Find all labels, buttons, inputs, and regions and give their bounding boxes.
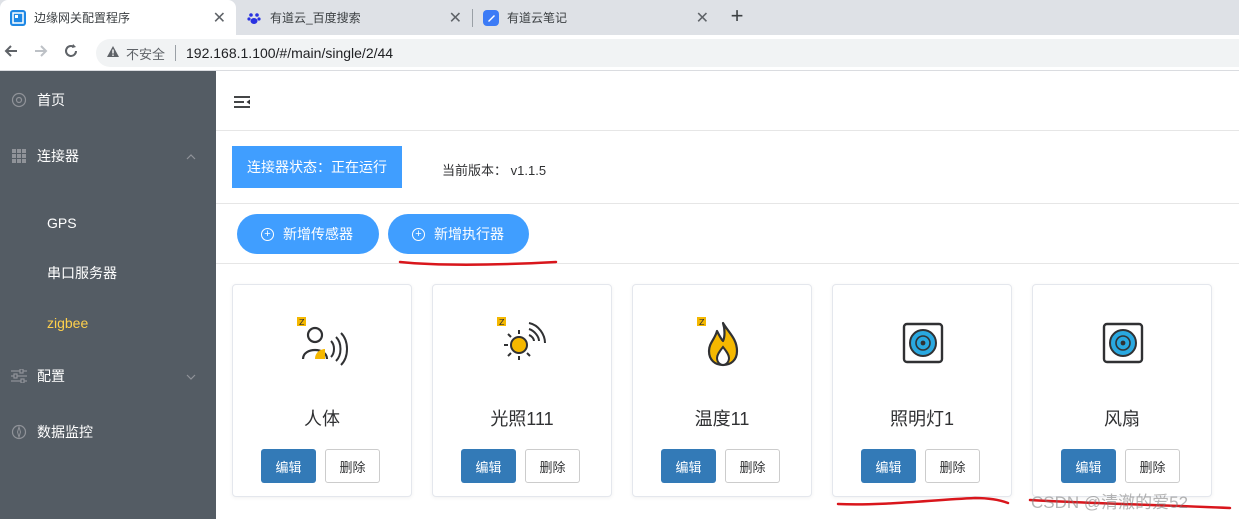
watermark: CSDN @清澈的爱52 bbox=[1031, 493, 1189, 512]
red-annotation-underlines bbox=[398, 260, 1232, 510]
